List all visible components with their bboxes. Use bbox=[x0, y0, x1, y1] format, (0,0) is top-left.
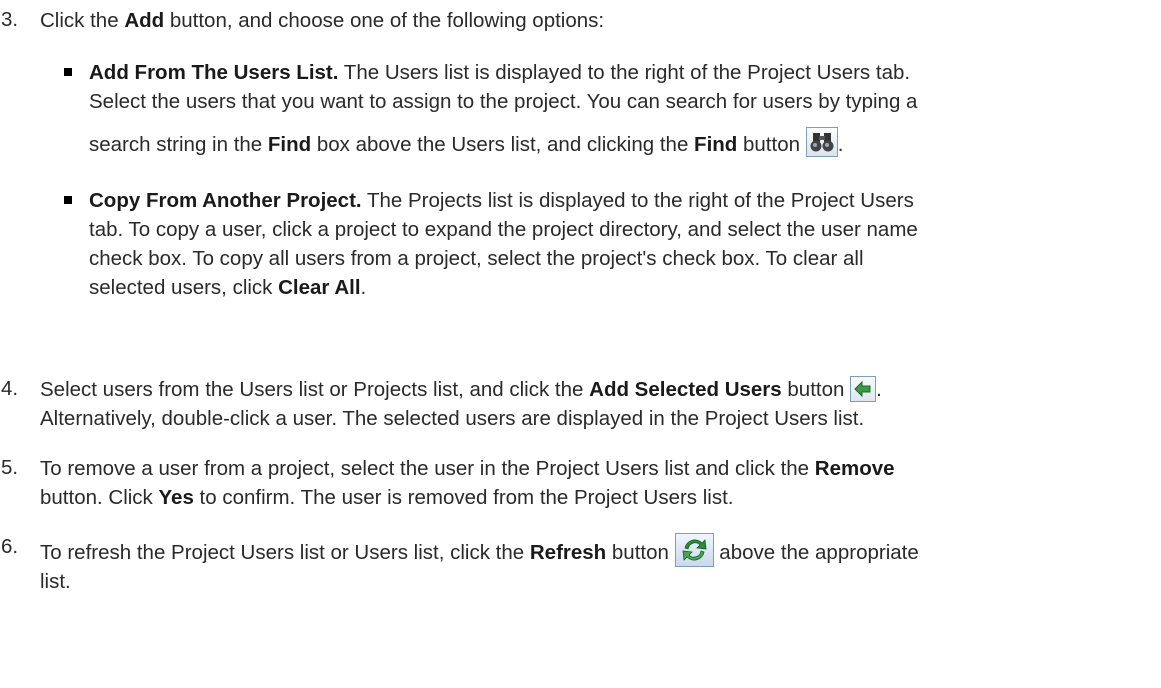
refresh-button-label: Refresh bbox=[529, 541, 607, 564]
green-arrow-left-icon bbox=[850, 376, 877, 402]
step-3-text: Click the Add button, and choose one of … bbox=[40, 9, 605, 32]
bullet-marker bbox=[64, 68, 72, 76]
clear-all-label: Clear All bbox=[278, 276, 361, 299]
refresh-arrows-icon bbox=[674, 533, 714, 567]
step-5-number: 5. bbox=[1, 456, 19, 479]
option-copy-from-another-project: Copy From Another Project. The Projects … bbox=[89, 189, 918, 299]
yes-label: Yes bbox=[158, 486, 194, 509]
add-button-label: Add bbox=[124, 9, 165, 32]
option-add-from-users-list-line3: search string in the Find box above the … bbox=[89, 127, 1154, 159]
step-4-number: 4. bbox=[1, 377, 19, 400]
bullet-marker bbox=[64, 196, 72, 204]
step-5-text: To remove a user from a project, select … bbox=[40, 457, 895, 509]
step-3-number: 3. bbox=[1, 8, 19, 31]
step-4-text: Select users from the Users list or Proj… bbox=[40, 376, 882, 430]
remove-button-label: Remove bbox=[814, 457, 895, 480]
binoculars-icon bbox=[805, 127, 838, 157]
step-6-number: 6. bbox=[1, 535, 19, 558]
step-6-text: To refresh the Project Users list or Use… bbox=[40, 533, 1150, 596]
option-add-from-users-list: Add From The Users List. The Users list … bbox=[89, 61, 918, 113]
